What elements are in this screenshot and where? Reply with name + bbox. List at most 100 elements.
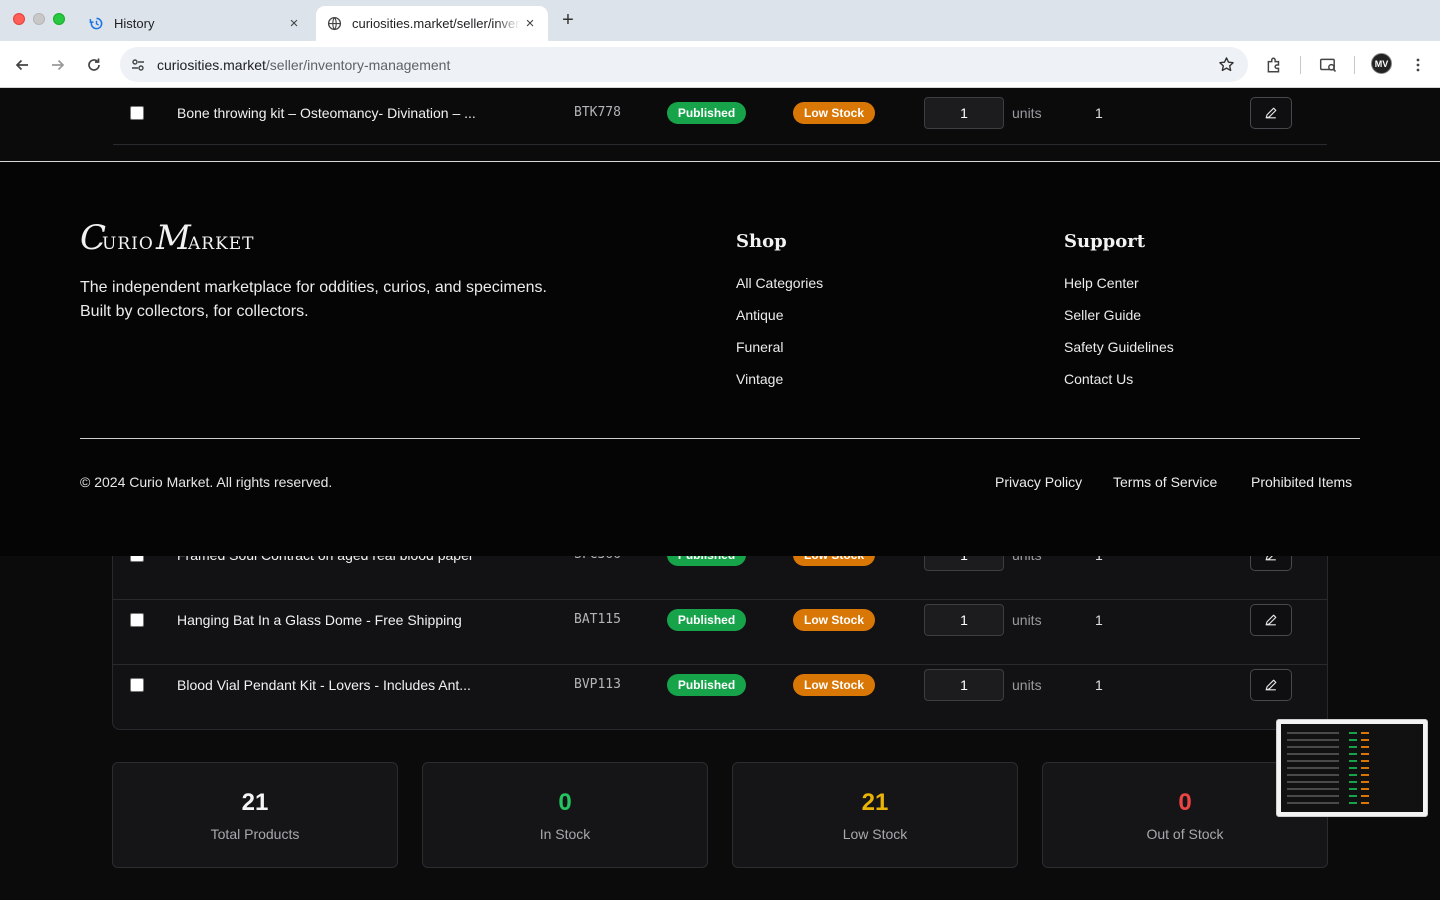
svg-text:M: M: [155, 220, 192, 256]
history-icon: [88, 16, 104, 32]
thumbnail-status-mark: [1349, 739, 1357, 741]
bookmark-star-icon[interactable]: [1216, 54, 1236, 74]
edit-pencil-icon[interactable]: [1250, 668, 1292, 701]
stock-badge: Low Stock: [793, 101, 875, 124]
thumbnail-status-mark: [1349, 788, 1357, 790]
tab-inventory[interactable]: curiosities.market/seller/inventory-mana…: [316, 6, 548, 41]
terms-of-service-link[interactable]: Terms of Service: [1113, 474, 1217, 490]
row-checkbox[interactable]: [130, 105, 144, 120]
footer-link-seller-guide[interactable]: Seller Guide: [1064, 307, 1141, 323]
toolbar-separator: [1300, 56, 1301, 74]
product-name[interactable]: Bone throwing kit – Osteomancy- Divinati…: [177, 105, 507, 121]
inventory-table: Framed Soul Contract on aged real blood …: [112, 534, 1328, 730]
back-arrow-icon[interactable]: [9, 52, 35, 78]
footer-link-contact-us[interactable]: Contact Us: [1064, 371, 1133, 387]
privacy-policy-link[interactable]: Privacy Policy: [995, 474, 1082, 490]
status-badge: Published: [667, 608, 746, 631]
thumbnail-stock-mark: [1361, 746, 1369, 748]
window-close-button[interactable]: [13, 13, 25, 25]
footer-link-antique[interactable]: Antique: [736, 307, 783, 323]
thumbnail-row: [1287, 788, 1339, 790]
profile-avatar[interactable]: MV: [1371, 53, 1392, 74]
stat-value: 21: [241, 789, 269, 816]
window-minimize-button[interactable]: [33, 13, 45, 25]
url-path: /seller/inventory-management: [265, 56, 451, 73]
units-label: units: [1012, 611, 1042, 628]
table-row: Blood Vial Pendant Kit - Lovers - Includ…: [113, 652, 1327, 717]
thumbnail-row: [1287, 732, 1339, 734]
thumbnail-status-mark: [1349, 753, 1357, 755]
edit-pencil-icon[interactable]: [1250, 96, 1292, 129]
thumbnail-row: [1287, 802, 1339, 804]
prohibited-items-link[interactable]: Prohibited Items: [1251, 474, 1352, 490]
thumbnail-status-mark: [1349, 732, 1357, 734]
screenshot-thumbnail[interactable]: [1276, 719, 1428, 817]
product-name[interactable]: Blood Vial Pendant Kit - Lovers - Includ…: [177, 677, 507, 693]
curio-market-logo[interactable]: C URIO M ARKET: [80, 218, 270, 261]
svg-text:URIO: URIO: [102, 234, 154, 254]
thumbnail-stock-mark: [1361, 788, 1369, 790]
product-sku: BAT115: [574, 612, 621, 627]
address-bar[interactable]: curiosities.market/seller/inventory-mana…: [120, 47, 1248, 82]
thumbnail-preview: [1281, 724, 1423, 812]
extensions-icon[interactable]: [1261, 52, 1287, 78]
thumbnail-stock-mark: [1361, 802, 1369, 804]
toolbar-separator: [1354, 56, 1355, 74]
stat-label: Total Products: [210, 826, 300, 842]
available-count: 1: [1095, 676, 1103, 693]
tab-title: History: [114, 16, 155, 31]
new-tab-button[interactable]: +: [556, 8, 580, 32]
footer-link-safety-guidelines[interactable]: Safety Guidelines: [1064, 339, 1174, 355]
thumbnail-stock-mark: [1361, 774, 1369, 776]
thumbnail-status-mark: [1349, 760, 1357, 762]
forward-arrow-icon[interactable]: [45, 52, 71, 78]
quantity-input[interactable]: 1: [924, 96, 1004, 129]
thumbnail-row: [1287, 760, 1339, 762]
quantity-input[interactable]: 1: [924, 603, 1004, 636]
site-settings-icon[interactable]: [128, 55, 148, 75]
thumbnail-row: [1287, 781, 1339, 783]
product-sku: BVP113: [574, 677, 621, 692]
row-checkbox[interactable]: [130, 677, 144, 692]
reload-icon[interactable]: [81, 52, 107, 78]
footer-tagline: The independent marketplace for oddities…: [80, 279, 547, 320]
url-text: curiosities.market/seller/inventory-mana…: [157, 57, 450, 73]
footer-link-funeral[interactable]: Funeral: [736, 339, 783, 355]
browser-tab-strip: History × curiosities.market/seller/inve…: [0, 0, 1440, 41]
stat-card-in-stock: 0 In Stock: [422, 762, 708, 868]
product-name[interactable]: Hanging Bat In a Glass Dome - Free Shipp…: [177, 612, 507, 628]
thumbnail-status-mark: [1349, 746, 1357, 748]
table-row: Bone throwing kit – Osteomancy- Divinati…: [113, 88, 1327, 145]
units-label: units: [1012, 104, 1042, 121]
more-menu-icon[interactable]: [1405, 52, 1431, 78]
status-badge: Published: [667, 101, 746, 124]
thumbnail-status-mark: [1349, 774, 1357, 776]
thumbnail-status-mark: [1349, 781, 1357, 783]
quantity-input[interactable]: 1: [924, 668, 1004, 701]
row-checkbox[interactable]: [130, 612, 144, 627]
thumbnail-row: [1287, 746, 1339, 748]
thumbnail-status-mark: [1349, 795, 1357, 797]
footer-link-all-categories[interactable]: All Categories: [736, 275, 823, 291]
thumbnail-status-mark: [1349, 802, 1357, 804]
site-footer: C URIO M ARKET The independent marketpla…: [0, 161, 1440, 556]
stat-label: In Stock: [539, 826, 591, 842]
footer-link-help-center[interactable]: Help Center: [1064, 275, 1139, 291]
tab-close-icon[interactable]: ×: [520, 14, 540, 34]
cast-search-icon[interactable]: [1315, 52, 1341, 78]
tab-close-icon[interactable]: ×: [284, 14, 304, 34]
thumbnail-stock-mark: [1361, 760, 1369, 762]
thumbnail-row: [1287, 739, 1339, 741]
page-content: Bone throwing kit – Osteomancy- Divinati…: [0, 88, 1440, 900]
available-count: 1: [1095, 104, 1103, 121]
window-maximize-button[interactable]: [53, 13, 65, 25]
product-sku: BTK778: [574, 105, 621, 120]
footer-link-vintage[interactable]: Vintage: [736, 371, 783, 387]
tab-history[interactable]: History ×: [78, 6, 312, 41]
table-row: Hanging Bat In a Glass Dome - Free Shipp…: [113, 587, 1327, 652]
thumbnail-row: [1287, 767, 1339, 769]
thumbnail-stock-mark: [1361, 781, 1369, 783]
status-badge: Published: [667, 673, 746, 696]
edit-pencil-icon[interactable]: [1250, 603, 1292, 636]
stock-badge: Low Stock: [793, 608, 875, 631]
